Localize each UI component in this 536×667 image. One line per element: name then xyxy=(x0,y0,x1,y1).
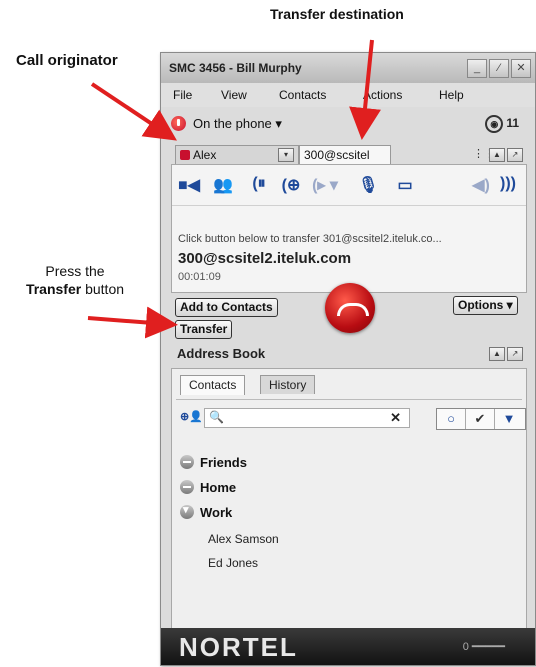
address-book-title: Address Book xyxy=(177,346,266,361)
group-home[interactable]: Home xyxy=(180,480,236,495)
contact-search-box: 🔍 ✕ xyxy=(204,408,410,428)
annotation-press-transfer: Press the Transfer button xyxy=(10,262,140,298)
call-tab-destination[interactable]: 300@scsitel xyxy=(299,145,391,164)
contact-alex-samson[interactable]: Alex Samson xyxy=(208,532,279,546)
tab-contacts[interactable]: Contacts xyxy=(180,375,246,395)
missed-calls-icon: ◉ xyxy=(485,115,504,133)
record-icon[interactable]: ▭ xyxy=(392,175,418,195)
arrow-to-transfer-button xyxy=(87,306,178,339)
filter-dropdown-icon[interactable]: ▼ xyxy=(495,409,523,429)
annotation-press-line1: Press the xyxy=(45,263,105,279)
clear-search-icon[interactable]: ✕ xyxy=(390,410,401,426)
transfer-button[interactable]: Transfer xyxy=(175,320,233,339)
speaker-icon[interactable]: ◀) xyxy=(472,175,490,195)
mute-microphone-icon[interactable]: 🎙 xyxy=(358,175,378,195)
call-tab-label: Alex xyxy=(193,148,217,162)
menu-help[interactable]: Help xyxy=(439,88,464,102)
volume-level: 0 xyxy=(462,641,469,653)
minimize-button[interactable]: _ xyxy=(467,59,487,78)
call-tabs: Alex ▾ 300@scsitel ⋮⋮⋮ ▲ ↗ xyxy=(171,145,525,165)
group-label: Friends xyxy=(200,455,247,470)
title-bar[interactable]: SMC 3456 - Bill Murphy _ ⁄ ✕ xyxy=(161,53,535,84)
annotation-transfer-destination: Transfer destination xyxy=(270,6,404,22)
close-button[interactable]: ✕ xyxy=(511,59,531,78)
menu-file[interactable]: File xyxy=(173,88,192,102)
group-label: Home xyxy=(200,480,237,495)
popout-call-icon[interactable]: ↗ xyxy=(507,148,523,162)
call-tab-label: 300@scsitel xyxy=(304,148,370,162)
contact-filter-group: ○ ✔ ▼ xyxy=(436,408,526,430)
collapsed-group-icon xyxy=(180,455,194,469)
hold-icon[interactable]: (⏸ xyxy=(248,175,270,195)
annotation-press-rest: button xyxy=(81,281,125,297)
active-call-panel: ■◀ 👥 (⏸ (⊕ (▸ ▾ 🎙 ▭ ◀) ))) Click button … xyxy=(171,164,527,293)
group-work[interactable]: Work xyxy=(180,503,233,520)
transfer-dropdown-icon[interactable]: (▸ ▾ xyxy=(312,175,338,195)
call-controls: ■◀ 👥 (⏸ (⊕ (▸ ▾ 🎙 ▭ ◀) ))) xyxy=(172,165,526,206)
brand-footer: NORTEL 0 ━━━━━ xyxy=(161,628,535,665)
transfer-prompt: Click button below to transfer 301@scsit… xyxy=(178,233,442,245)
window-title: SMC 3456 - Bill Murphy xyxy=(169,61,302,75)
call-status-icon xyxy=(180,150,190,160)
menu-bar: File View Contacts Actions Help xyxy=(161,83,535,107)
menu-actions[interactable]: Actions xyxy=(363,88,402,102)
nortel-logo: NORTEL xyxy=(179,632,298,662)
hang-up-button[interactable] xyxy=(325,283,375,333)
all-contacts-filter-icon[interactable]: ○ xyxy=(437,409,466,429)
video-icon[interactable]: ■◀ xyxy=(178,175,200,195)
popout-address-book-icon[interactable]: ↗ xyxy=(507,347,523,361)
missed-calls-count: 11 xyxy=(506,116,519,131)
menu-contacts[interactable]: Contacts xyxy=(279,88,326,102)
contact-ed-jones[interactable]: Ed Jones xyxy=(208,556,258,570)
search-icon: 🔍 xyxy=(209,410,224,424)
address-book-panel: Contacts History ⊕👤 🔍 ✕ ○ ✔ ▼ Friends Ho… xyxy=(171,368,527,630)
add-to-contacts-button[interactable]: Add to Contacts xyxy=(175,298,278,317)
volume-icon[interactable]: ))) xyxy=(498,175,518,195)
missed-calls-badge[interactable]: ◉ 11 xyxy=(485,115,519,133)
contact-search-row: ⊕👤 🔍 ✕ ○ ✔ ▼ xyxy=(176,399,526,434)
arrow-to-originator xyxy=(90,82,177,141)
collapsed-group-icon xyxy=(180,480,194,494)
add-party-icon[interactable]: (⊕ xyxy=(280,175,302,195)
expanded-group-icon xyxy=(180,503,194,519)
tab-history[interactable]: History xyxy=(260,375,316,394)
group-label: Work xyxy=(200,505,233,520)
presence-row: On the phone ▾ ◉ 11 xyxy=(161,111,535,137)
group-friends[interactable]: Friends xyxy=(180,455,247,470)
annotation-call-originator: Call originator xyxy=(16,52,118,69)
options-button[interactable]: Options ▾ xyxy=(453,296,518,315)
conference-icon[interactable]: 👥 xyxy=(212,175,234,195)
contact-search-input[interactable] xyxy=(225,410,379,427)
add-contact-icon[interactable]: ⊕👤 xyxy=(180,410,203,423)
collapse-address-book-icon[interactable]: ▲ xyxy=(489,347,505,361)
menu-view[interactable]: View xyxy=(221,88,247,102)
annotation-press-bold: Transfer xyxy=(25,281,82,297)
communicator-window: SMC 3456 - Bill Murphy _ ⁄ ✕ File View C… xyxy=(160,52,536,666)
destination-address: 300@scsitel2.iteluk.com xyxy=(178,250,352,267)
call-tab-alex[interactable]: Alex ▾ xyxy=(175,145,299,164)
collapse-call-icon[interactable]: ▲ xyxy=(489,148,505,162)
tab-dropdown-icon[interactable]: ▾ xyxy=(278,148,294,162)
volume-meter[interactable]: 0 ━━━━━ xyxy=(463,640,505,653)
online-filter-icon[interactable]: ✔ xyxy=(466,409,495,429)
keypad-icon[interactable]: ⋮⋮⋮ xyxy=(473,148,506,160)
busy-status-icon xyxy=(171,116,186,131)
presence-dropdown[interactable]: On the phone ▾ xyxy=(193,116,282,132)
restore-button[interactable]: ⁄ xyxy=(489,59,509,78)
address-book-header: Address Book ▲ ↗ xyxy=(171,344,525,364)
call-duration: 00:01:09 xyxy=(178,271,221,283)
